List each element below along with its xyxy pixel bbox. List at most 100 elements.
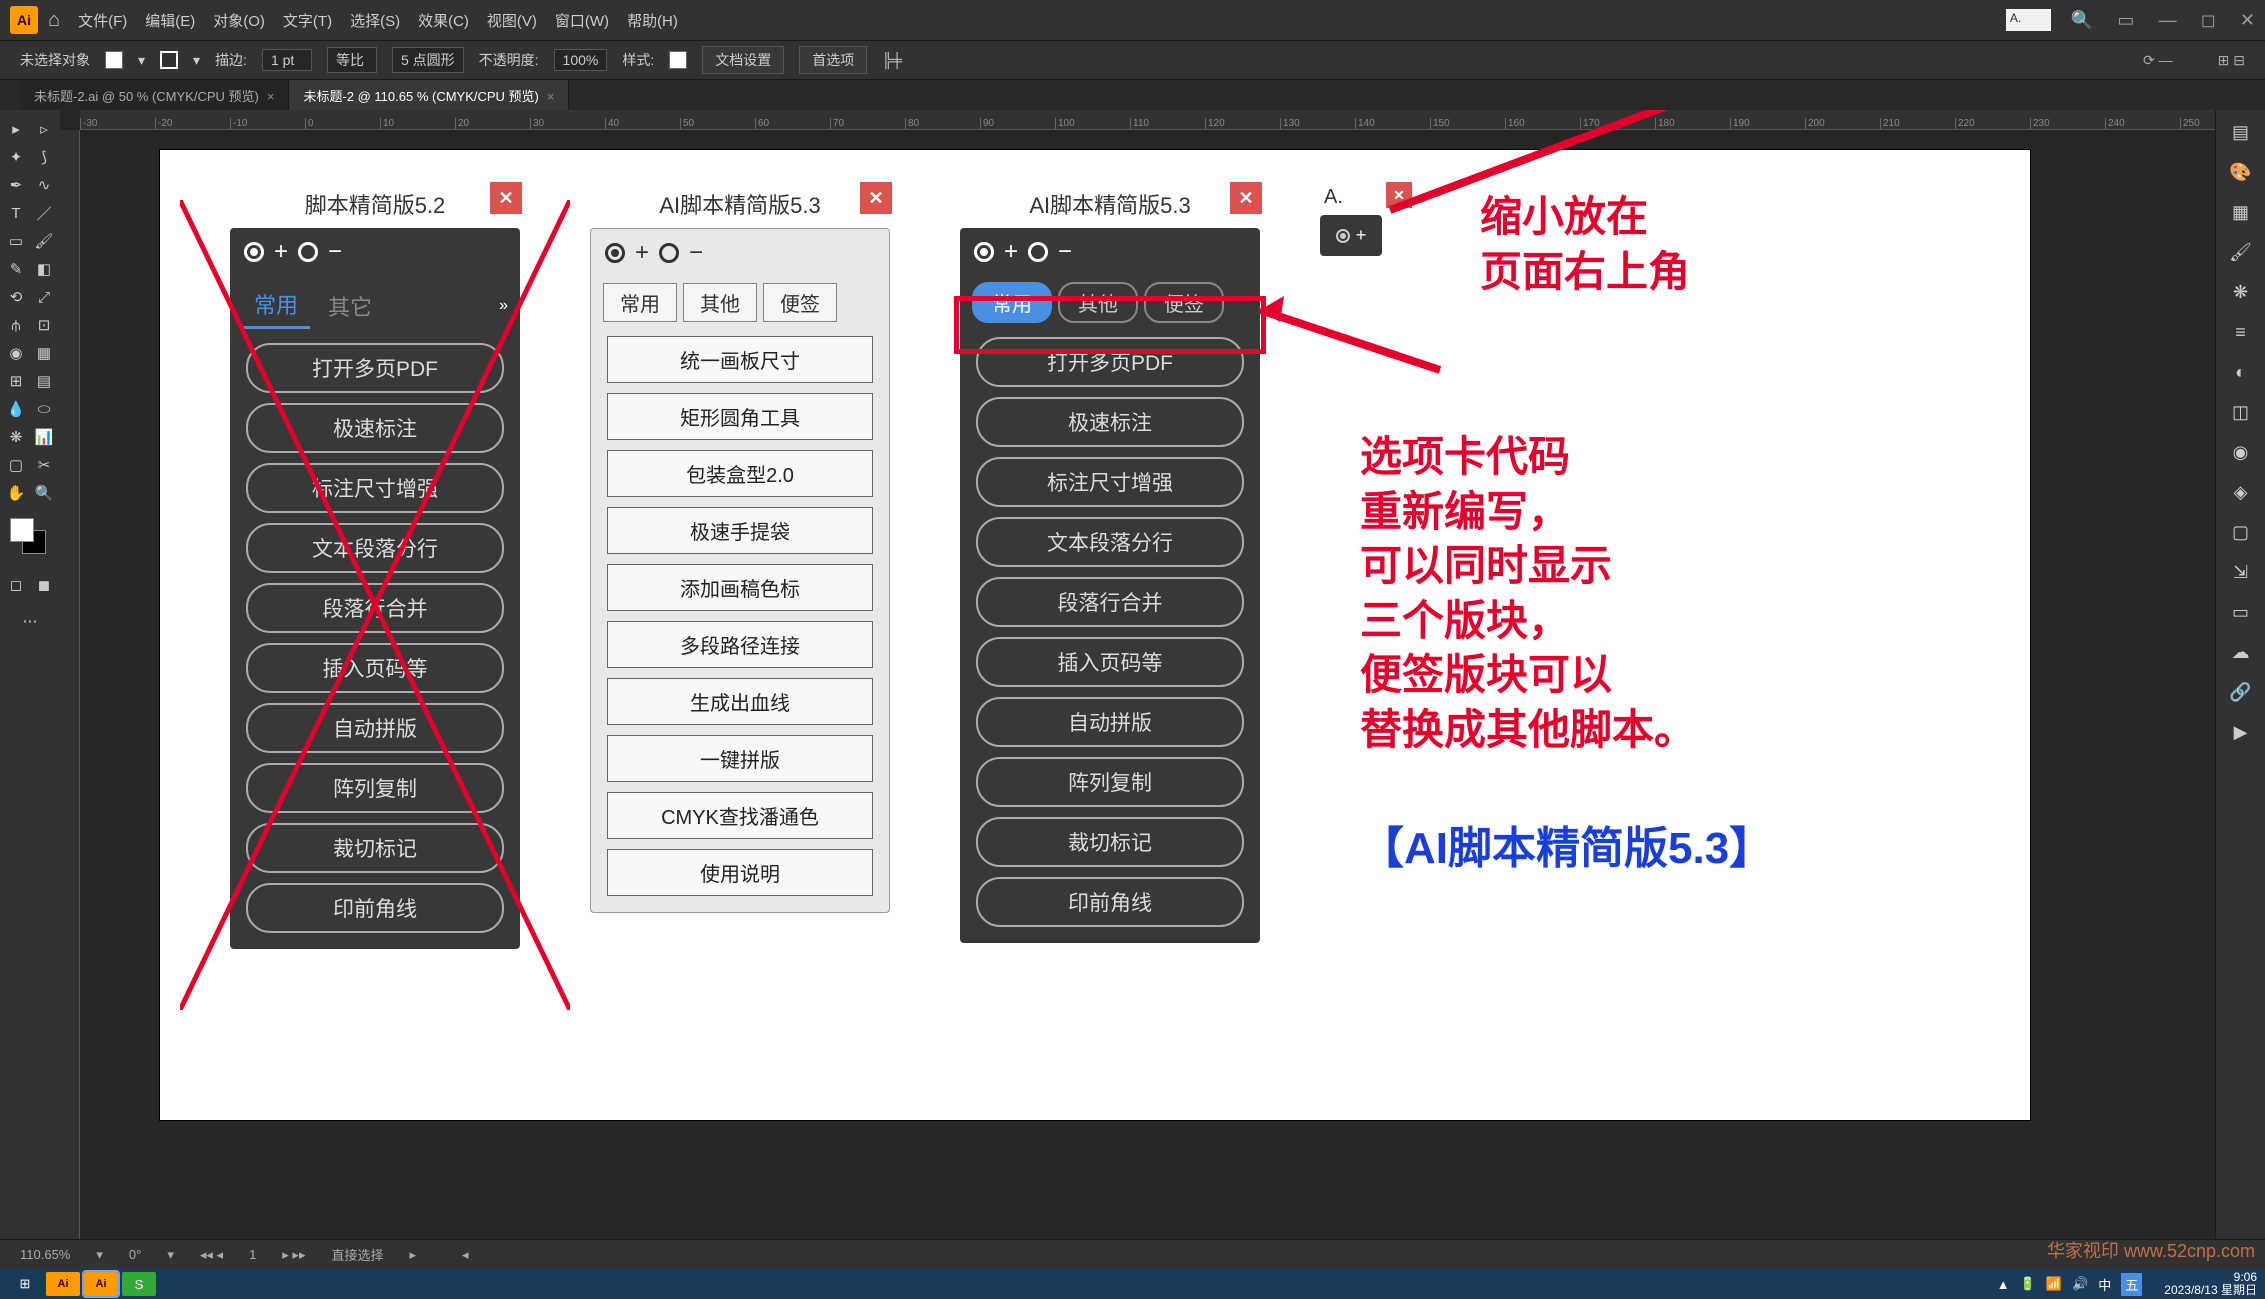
tray-icon[interactable]: 🔋 <box>2020 1276 2036 1292</box>
canvas-area[interactable]: -30-20-100102030405060708090100110120130… <box>60 110 2215 1239</box>
script-button[interactable]: 标注尺寸增强 <box>246 463 504 513</box>
rotation-field[interactable]: 0° <box>129 1247 141 1262</box>
loop-icon[interactable]: ⟳ — <box>2143 52 2173 69</box>
menu-file[interactable]: 文件(F) <box>78 10 127 31</box>
menu-edit[interactable]: 编辑(E) <box>145 10 195 31</box>
width-tool[interactable]: ⫛ <box>3 312 29 338</box>
tab-common[interactable]: 常用 <box>242 282 310 329</box>
properties-icon[interactable]: ▤ <box>2225 116 2257 148</box>
clock[interactable]: 9:06 2023/8/13 星期日 <box>2164 1271 2257 1297</box>
slice-tool[interactable]: ✂ <box>31 452 57 478</box>
curvature-tool[interactable]: ∿ <box>31 172 57 198</box>
ime-icon[interactable]: 中 <box>2098 1275 2111 1294</box>
close-button[interactable]: ✕ <box>860 182 892 214</box>
close-icon[interactable]: ✕ <box>2240 10 2255 30</box>
script-button[interactable]: 段落行合并 <box>246 583 504 633</box>
screen-mode[interactable]: ◼ <box>31 572 57 598</box>
script-button[interactable]: 一键拼版 <box>607 735 873 782</box>
paintbrush-tool[interactable]: 🖌 <box>31 228 57 254</box>
start-button[interactable]: ⊞ <box>8 1272 42 1296</box>
radio-option[interactable] <box>298 242 318 262</box>
scale-tool[interactable]: ⤢ <box>31 284 57 310</box>
close-icon[interactable]: × <box>267 89 275 104</box>
selection-tool[interactable]: ▸ <box>3 116 29 142</box>
uniform-field[interactable]: 等比 <box>327 47 377 73</box>
tab-other[interactable]: 其它 <box>316 284 384 328</box>
tab-common[interactable]: 常用 <box>603 283 677 322</box>
script-button[interactable]: CMYK查找潘通色 <box>607 792 873 839</box>
radio-option[interactable] <box>244 242 264 262</box>
tab-notes[interactable]: 便签 <box>1144 282 1224 323</box>
graph-tool[interactable]: 📊 <box>31 424 57 450</box>
tray-icon[interactable]: ▲ <box>1997 1277 2010 1292</box>
layers-icon[interactable]: ▢ <box>2225 516 2257 548</box>
radio-option[interactable] <box>659 243 679 263</box>
pen-tool[interactable]: ✒ <box>3 172 29 198</box>
menu-object[interactable]: 对象(O) <box>213 10 265 31</box>
script-button[interactable]: 阵列复制 <box>976 757 1244 807</box>
close-button[interactable]: ✕ <box>1386 182 1412 208</box>
script-button[interactable]: 极速标注 <box>246 403 504 453</box>
rotate-tool[interactable]: ⟲ <box>3 284 29 310</box>
eraser-tool[interactable]: ◧ <box>31 256 57 282</box>
fill-swatch[interactable] <box>105 51 123 69</box>
swatches-icon[interactable]: ▦ <box>2225 196 2257 228</box>
script-button[interactable]: 打开多页PDF <box>246 343 504 393</box>
type-tool[interactable]: T <box>3 200 29 226</box>
chevron-right-icon[interactable]: » <box>499 297 508 315</box>
zoom-field[interactable]: 110.65% <box>20 1247 70 1262</box>
color-controls[interactable] <box>10 518 50 558</box>
asset-export-icon[interactable]: ⇲ <box>2225 556 2257 588</box>
artboard-nav[interactable]: ▸ ▸▸ <box>282 1247 305 1263</box>
script-button[interactable]: 印前角线 <box>976 877 1244 927</box>
close-button[interactable]: ✕ <box>1230 182 1262 214</box>
stroke-swatch[interactable] <box>160 51 178 69</box>
script-button[interactable]: 包装盒型2.0 <box>607 450 873 497</box>
free-transform-tool[interactable]: ⊡ <box>31 312 57 338</box>
script-button[interactable]: 标注尺寸增强 <box>976 457 1244 507</box>
align-icon[interactable]: ╠╪ <box>882 52 902 68</box>
symbol-sprayer-tool[interactable]: ❋ <box>3 424 29 450</box>
tab-other[interactable]: 其他 <box>683 283 757 322</box>
radio-option[interactable] <box>605 243 625 263</box>
script-button[interactable]: 插入页码等 <box>246 643 504 693</box>
script-button[interactable]: 矩形圆角工具 <box>607 393 873 440</box>
menu-effect[interactable]: 效果(C) <box>418 10 469 31</box>
arrange-icon[interactable]: ▭ <box>2117 10 2134 30</box>
menu-view[interactable]: 视图(V) <box>487 10 537 31</box>
tab-notes[interactable]: 便签 <box>763 283 837 322</box>
script-button[interactable]: 统一画板尺寸 <box>607 336 873 383</box>
menu-window[interactable]: 窗口(W) <box>555 10 609 31</box>
search-icon[interactable]: 🔍 <box>2071 10 2093 30</box>
foreground-color[interactable] <box>10 518 34 542</box>
line-tool[interactable]: ／ <box>31 200 57 226</box>
symbols-icon[interactable]: ❋ <box>2225 276 2257 308</box>
script-button[interactable]: 印前角线 <box>246 883 504 933</box>
menu-help[interactable]: 帮助(H) <box>627 10 678 31</box>
script-button[interactable]: 自动拼版 <box>976 697 1244 747</box>
actions-icon[interactable]: ▶ <box>2225 716 2257 748</box>
tray-icon[interactable]: 📶 <box>2046 1276 2062 1292</box>
zoom-tool[interactable]: 🔍 <box>31 480 57 506</box>
mini-panel-dock[interactable]: A. <box>2006 9 2051 31</box>
document-tab-2[interactable]: 未标题-2 @ 110.65 % (CMYK/CPU 预览)× <box>289 80 569 111</box>
script-button[interactable]: 文本段落分行 <box>976 517 1244 567</box>
edit-toolbar[interactable]: ⋯ <box>17 608 43 634</box>
menu-type[interactable]: 文字(T) <box>283 10 332 31</box>
script-button[interactable]: 插入页码等 <box>976 637 1244 687</box>
tray-icon[interactable]: 🔊 <box>2072 1276 2088 1292</box>
shape-builder-tool[interactable]: ◉ <box>3 340 29 366</box>
tab-other[interactable]: 其他 <box>1058 282 1138 323</box>
blend-tool[interactable]: ⬭ <box>31 396 57 422</box>
graphic-styles-icon[interactable]: ◈ <box>2225 476 2257 508</box>
document-setup-button[interactable]: 文档设置 <box>702 46 784 74</box>
stroke-icon[interactable]: ≡ <box>2225 316 2257 348</box>
libraries-icon[interactable]: ☁ <box>2225 636 2257 668</box>
magic-wand-tool[interactable]: ✦ <box>3 144 29 170</box>
artboard-nav[interactable]: ◂◂ ◂ <box>200 1247 223 1263</box>
script-button[interactable]: 自动拼版 <box>246 703 504 753</box>
close-button[interactable]: ✕ <box>490 182 522 214</box>
script-button[interactable]: 使用说明 <box>607 849 873 896</box>
script-button[interactable]: 多段路径连接 <box>607 621 873 668</box>
script-button[interactable]: 段落行合并 <box>976 577 1244 627</box>
